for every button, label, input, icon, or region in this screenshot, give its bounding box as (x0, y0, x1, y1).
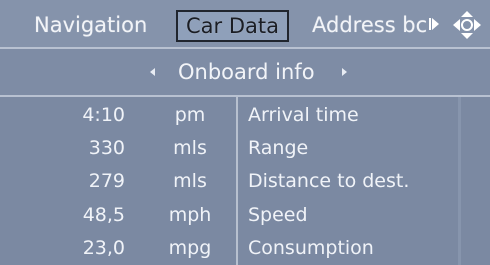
row-value: 23,0 (82, 237, 125, 259)
tab-address-book[interactable]: Address bc (312, 10, 428, 40)
row-value: 330 (88, 137, 125, 159)
submenu-header: Onboard info (0, 49, 490, 97)
row-label: Distance to dest. (248, 170, 410, 192)
tab-car-data[interactable]: Car Data (176, 10, 289, 42)
row-label: Consumption (248, 237, 374, 259)
row-value: 48,5 (82, 204, 125, 226)
list-item-distance-to-dest[interactable]: 279 mls Distance to dest. (0, 165, 490, 197)
controller-icon[interactable] (447, 7, 487, 43)
list-item-range[interactable]: 330 mls Range (0, 132, 490, 164)
row-unit: mpg (168, 237, 212, 259)
onboard-computer-screen: Navigation Car Data Address bc Onboard i… (0, 0, 490, 265)
row-label: Speed (248, 204, 308, 226)
row-unit: mph (168, 204, 212, 226)
submenu-prev-icon[interactable] (150, 68, 155, 76)
tab-scroll-right-icon[interactable] (432, 18, 439, 30)
submenu-next-icon[interactable] (342, 68, 347, 76)
tab-navigation[interactable]: Navigation (34, 10, 147, 40)
list-item-speed[interactable]: 48,5 mph Speed (0, 199, 490, 231)
onboard-info-list: 4:10 pm Arrival time 330 mls Range 279 m… (0, 97, 490, 265)
row-unit: pm (174, 104, 206, 126)
row-value: 4:10 (82, 104, 125, 126)
tab-bar: Navigation Car Data Address bc (0, 0, 490, 49)
row-label: Range (248, 137, 309, 159)
row-unit: mls (173, 137, 207, 159)
list-item-arrival-time[interactable]: 4:10 pm Arrival time (0, 99, 490, 131)
list-item-consumption[interactable]: 23,0 mpg Consumption (0, 232, 490, 264)
submenu-title[interactable]: Onboard info (178, 57, 315, 87)
row-label: Arrival time (248, 104, 359, 126)
tab-scroll-bar-icon (429, 18, 431, 30)
row-value: 279 (88, 170, 125, 192)
row-unit: mls (173, 170, 207, 192)
